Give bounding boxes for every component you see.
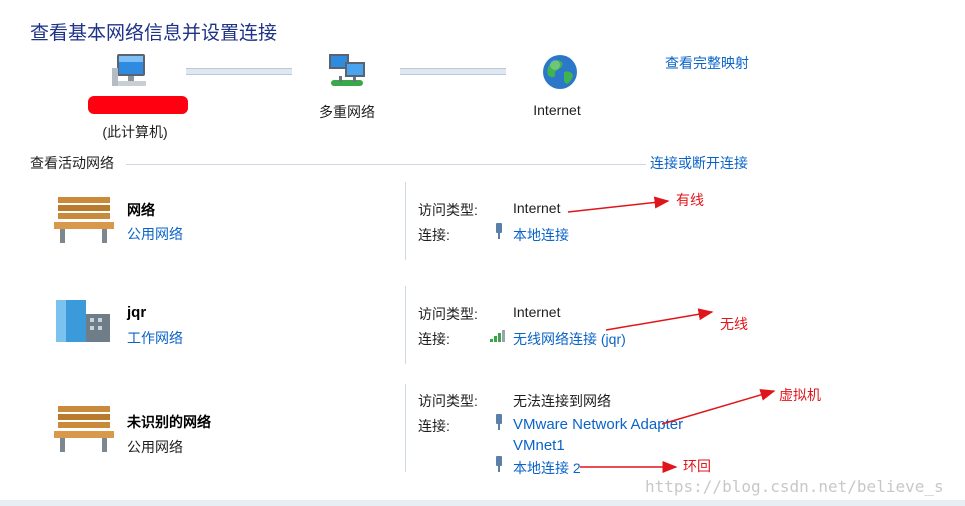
annotation-wireless: 无线 <box>720 316 748 332</box>
vm-arrow <box>661 389 776 425</box>
bottom-border <box>0 500 965 506</box>
watermark-text: https://blog.csdn.net/believe_s <box>645 477 944 496</box>
annotation-loopback: 环回 <box>683 458 711 474</box>
wired-arrow <box>567 196 670 213</box>
annotation-virtual-machine: 虚拟机 <box>779 387 821 403</box>
annotation-arrows <box>567 196 776 473</box>
wireless-arrow <box>605 308 714 331</box>
annotation-wired: 有线 <box>676 192 704 208</box>
